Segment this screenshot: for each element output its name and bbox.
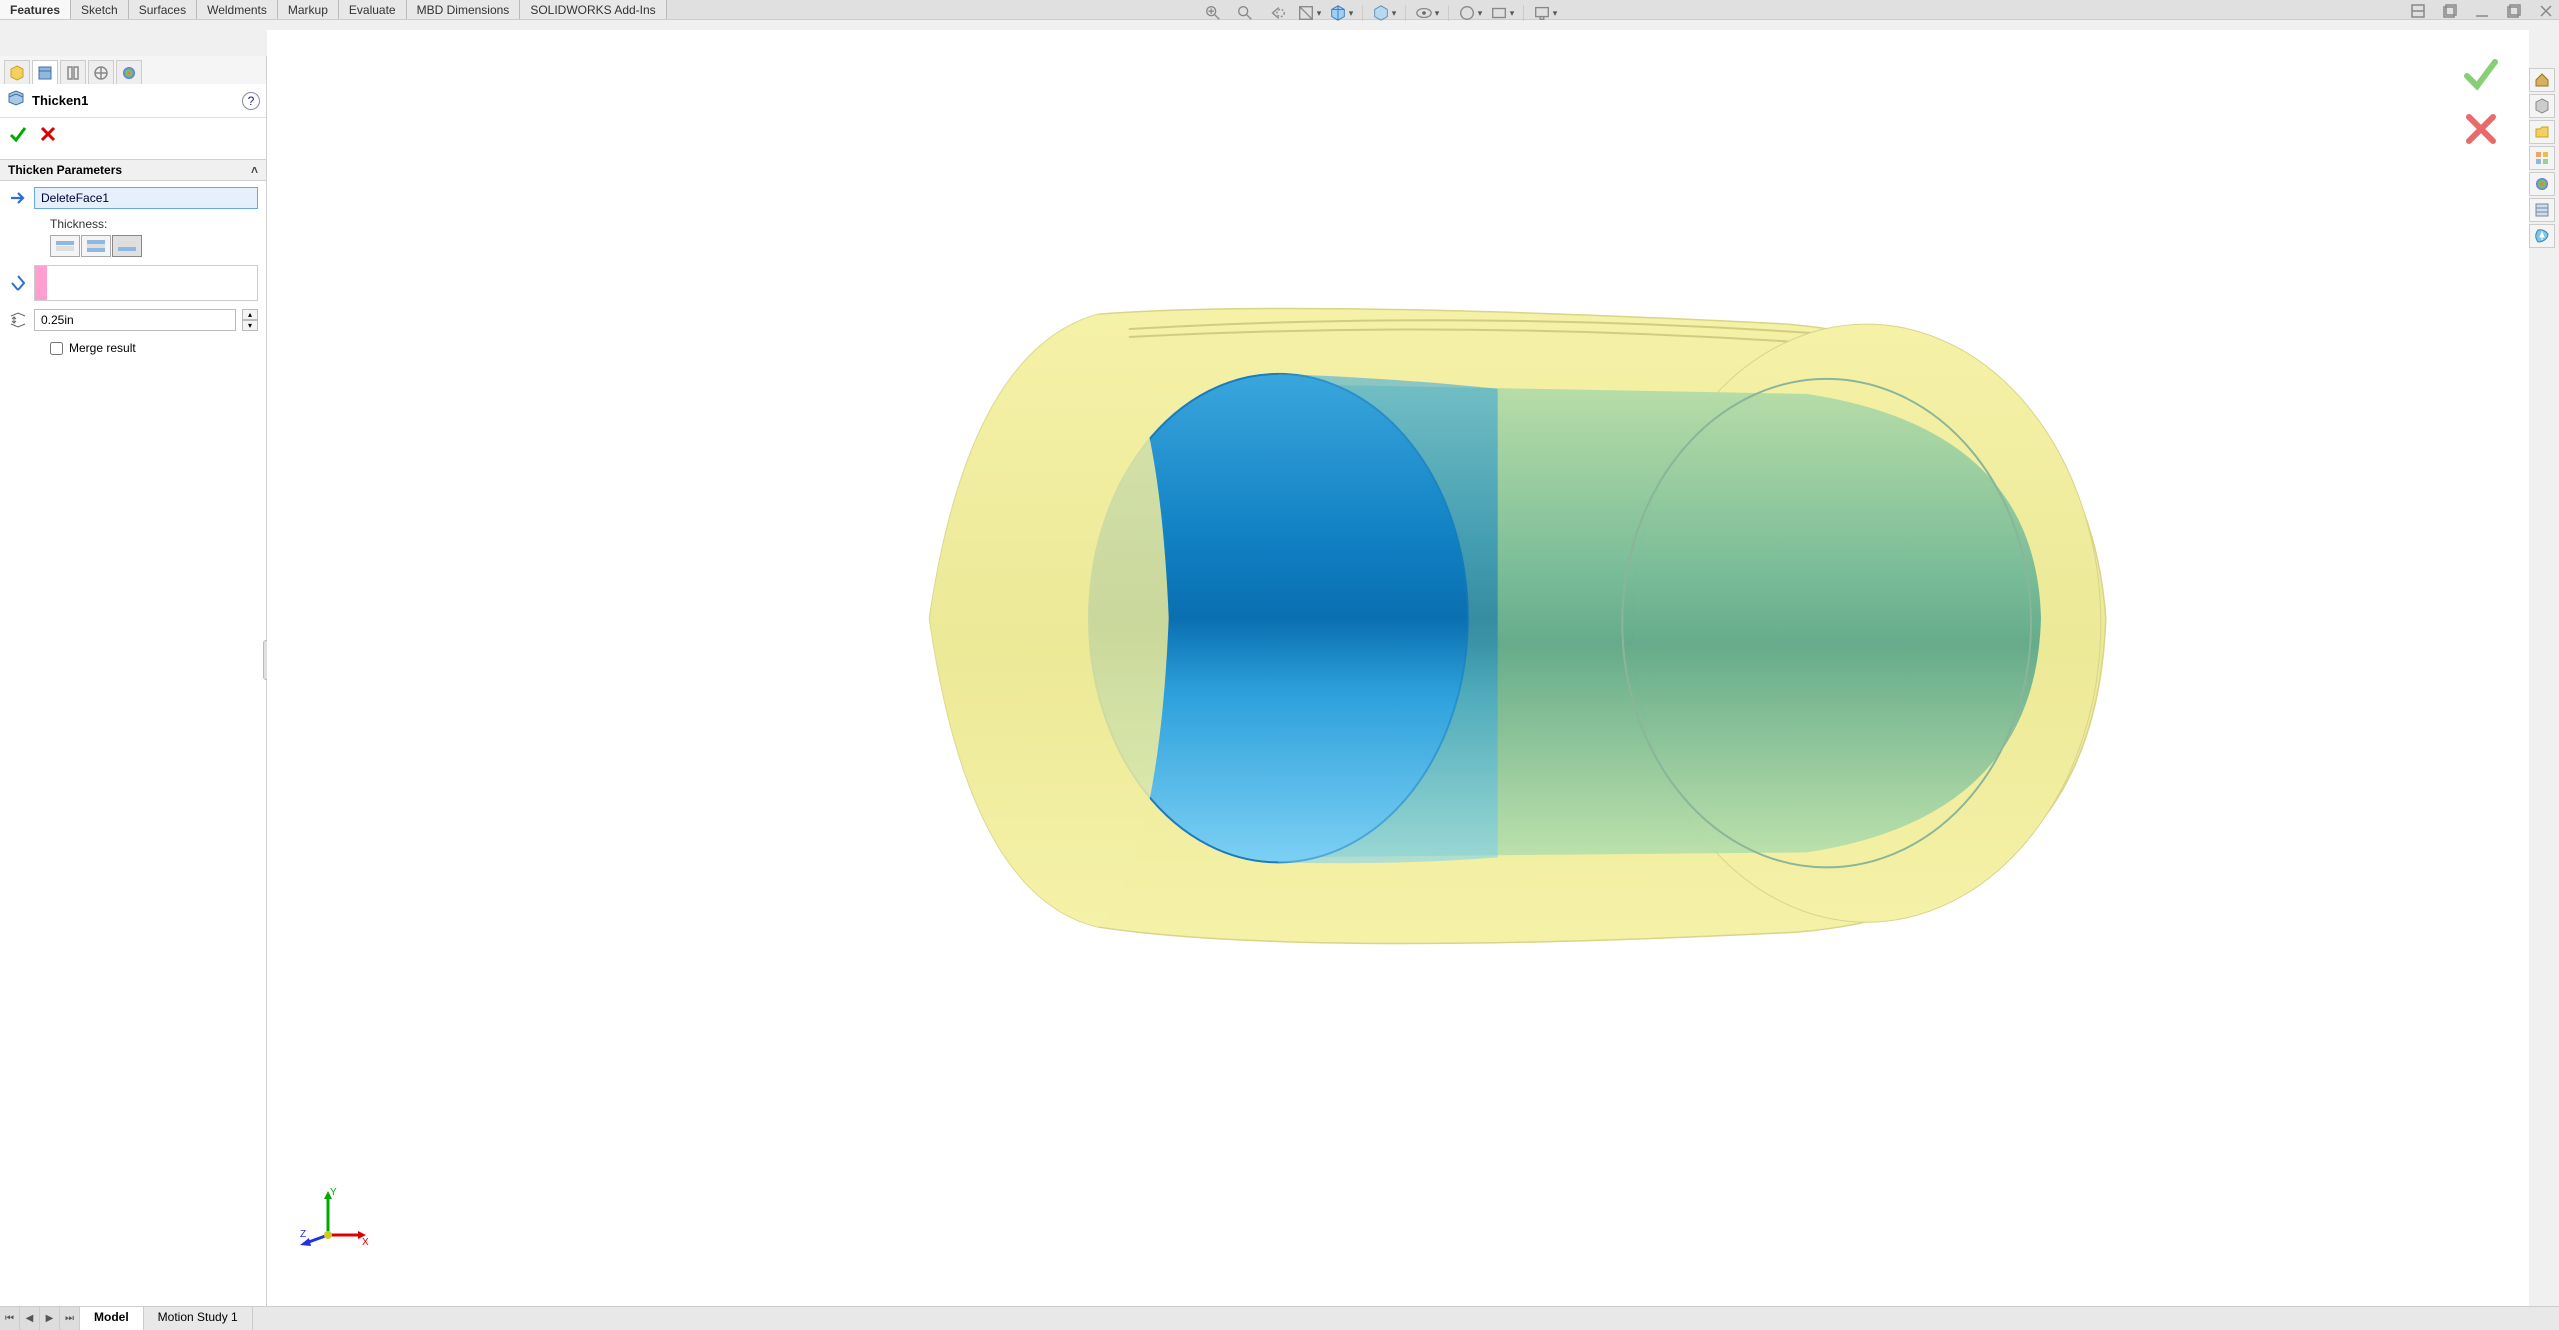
reverse-direction-icon[interactable] [8,273,28,293]
thickness-label: Thickness: [50,217,258,231]
feature-header: Thicken1 ? [0,84,266,118]
toolbar-separator [1448,5,1449,21]
ok-cancel-row [0,118,266,159]
graphics-area[interactable] [267,30,2529,1306]
tab-mbd-dimensions[interactable]: MBD Dimensions [407,0,521,19]
tab-features[interactable]: Features [0,0,71,19]
window-minimize-icon[interactable] [2473,2,2491,20]
taskpane-forum-icon[interactable] [2529,224,2555,248]
merge-result-checkbox[interactable] [50,342,63,355]
cancel-button[interactable] [38,124,58,149]
parameters-section-header[interactable]: Thicken Parameters ˄ [0,159,266,181]
bottom-tab-motion-study[interactable]: Motion Study 1 [144,1307,253,1330]
thicken-side2-button[interactable] [112,235,142,257]
body-selection-row [8,265,258,301]
tab-next-icon[interactable]: ▶ [40,1307,60,1330]
tab-addins[interactable]: SOLIDWORKS Add-Ins [520,0,666,19]
thicken-direction-group [50,235,258,257]
thickness-input[interactable] [34,309,236,331]
bottom-tab-nav: ⏮ ◀ ▶ ⏭ [0,1307,80,1330]
toolbar-separator [1405,5,1406,21]
hide-show-items-icon[interactable] [1414,3,1440,23]
bottom-tab-bar: ⏮ ◀ ▶ ⏭ Model Motion Study 1 [0,1306,2559,1330]
confirm-cancel-icon[interactable] [2461,109,2501,154]
property-manager-panel: Thicken1 ? Thicken Parameters ˄ Thicknes… [0,56,267,1306]
previous-view-icon[interactable] [1264,3,1290,23]
window-collapse-icon[interactable] [2409,2,2427,20]
tab-markup[interactable]: Markup [278,0,339,19]
thicken-both-button[interactable] [81,235,111,257]
window-close-icon[interactable] [2537,2,2555,20]
thickness-value-row: ▴ ▾ [8,309,258,331]
accept-button[interactable] [8,124,28,149]
apply-scene-icon[interactable] [1489,3,1515,23]
configuration-manager-tab-icon[interactable] [60,60,86,84]
confirmation-corner [2461,54,2501,154]
merge-result-label: Merge result [69,341,136,355]
svg-text:Z: Z [300,1229,306,1240]
window-controls [2409,2,2555,20]
svg-text:Y: Y [330,1187,337,1198]
toolbar-separator [1362,5,1363,21]
window-restore-doc-icon[interactable] [2441,2,2459,20]
confirm-ok-icon[interactable] [2461,54,2501,99]
property-manager-tab-icon[interactable] [32,60,58,84]
feature-title: Thicken1 [32,93,236,108]
view-orientation-icon[interactable] [1328,3,1354,23]
parameters-section-body: Thickness: ▴ ▾ Merge result [0,181,266,361]
help-icon[interactable]: ? [242,92,260,110]
thicken-feature-icon [6,88,26,113]
display-manager-tab-icon[interactable] [116,60,142,84]
taskpane-open-icon[interactable] [2529,120,2555,144]
feature-scope-input[interactable] [47,266,257,300]
taskpane-view-palette-icon[interactable] [2529,146,2555,170]
spinner-down-icon[interactable]: ▾ [242,320,258,331]
tab-evaluate[interactable]: Evaluate [339,0,407,19]
spinner-up-icon[interactable]: ▴ [242,309,258,320]
feature-manager-tab-icon[interactable] [4,60,30,84]
feature-scope-box[interactable] [34,265,258,301]
dimxpert-manager-tab-icon[interactable] [88,60,114,84]
manager-tabs [0,56,266,84]
surface-selection-input[interactable] [34,187,258,209]
section-view-icon[interactable] [1296,3,1322,23]
thickness-dimension-icon [8,310,28,330]
tab-surfaces[interactable]: Surfaces [129,0,197,19]
svg-text:X: X [362,1237,369,1248]
toolbar-separator [1523,5,1524,21]
orientation-triad[interactable]: Y X Z [300,1185,370,1260]
edit-appearance-icon[interactable] [1457,3,1483,23]
heads-up-view-toolbar [1200,3,1558,23]
collapse-icon[interactable]: ˄ [251,163,258,177]
window-maximize-icon[interactable] [2505,2,2523,20]
bottom-tab-model[interactable]: Model [80,1307,144,1330]
tab-prev-icon[interactable]: ◀ [20,1307,40,1330]
model-preview [267,30,2529,1306]
tab-weldments[interactable]: Weldments [197,0,278,19]
taskpane-home-icon[interactable] [2529,68,2555,92]
task-pane [2529,68,2557,248]
taskpane-resources-icon[interactable] [2529,94,2555,118]
zoom-to-area-icon[interactable] [1232,3,1258,23]
taskpane-appearances-icon[interactable] [2529,172,2555,196]
display-style-icon[interactable] [1371,3,1397,23]
view-settings-icon[interactable] [1532,3,1558,23]
tab-sketch[interactable]: Sketch [71,0,129,19]
zoom-to-fit-icon[interactable] [1200,3,1226,23]
surface-selector-icon[interactable] [8,188,28,208]
parameters-section-title: Thicken Parameters [8,163,122,177]
merge-result-row: Merge result [50,341,258,355]
selection-highlight-strip [35,266,47,300]
tab-last-icon[interactable]: ⏭ [60,1307,80,1330]
thickness-spinner: ▴ ▾ [242,309,258,331]
surface-selection-row [8,187,258,209]
thicken-side1-button[interactable] [50,235,80,257]
tab-first-icon[interactable]: ⏮ [0,1307,20,1330]
taskpane-custom-properties-icon[interactable] [2529,198,2555,222]
